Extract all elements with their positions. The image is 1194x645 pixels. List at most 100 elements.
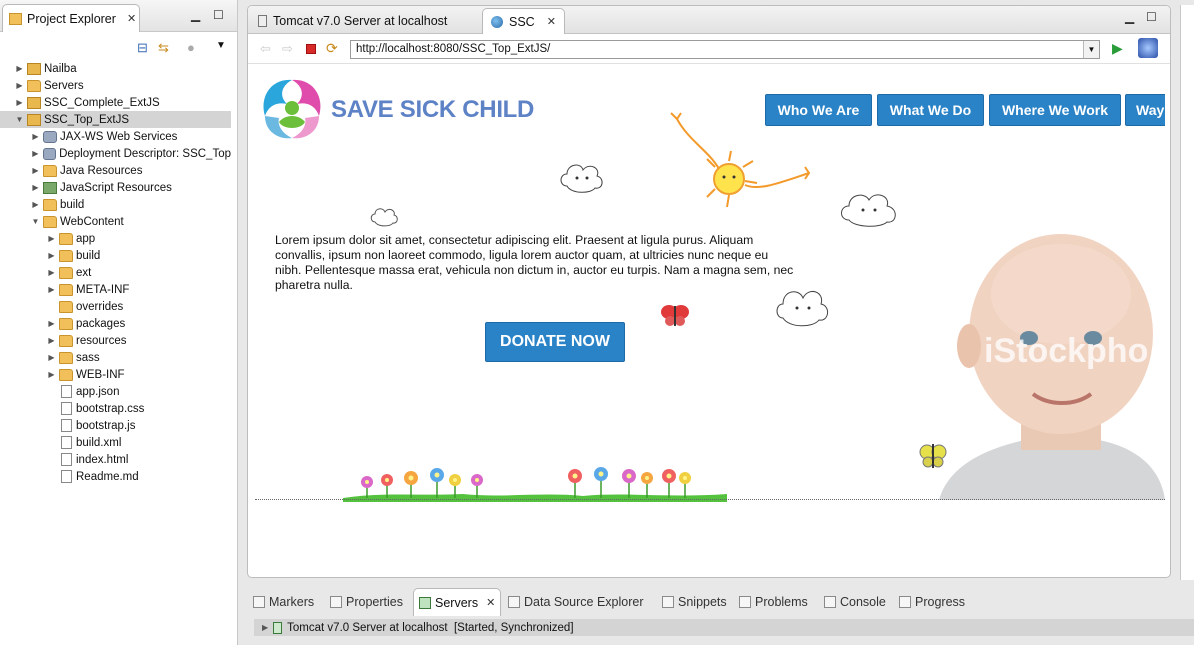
chevron-down-icon[interactable]: ▼ bbox=[1083, 41, 1099, 58]
minimize-icon[interactable]: ▁ bbox=[1125, 10, 1134, 24]
chevron-right-icon[interactable]: ▶ bbox=[46, 234, 57, 243]
tree-item[interactable]: ▶ JAX-WS Web Services bbox=[0, 128, 231, 145]
file-icon bbox=[61, 453, 72, 466]
tab-problems[interactable]: Problems bbox=[739, 588, 808, 616]
tree-item[interactable]: ▶ JavaScript Resources bbox=[0, 179, 231, 196]
tree-item-label: app bbox=[76, 232, 96, 245]
donate-button[interactable]: DONATE NOW bbox=[485, 322, 625, 362]
filter-icon[interactable]: ● bbox=[187, 40, 195, 55]
close-icon[interactable]: ✕ bbox=[486, 596, 495, 609]
close-icon[interactable]: ✕ bbox=[127, 12, 136, 25]
nav-what-we-do[interactable]: What We Do bbox=[877, 94, 984, 126]
folder-icon bbox=[59, 283, 73, 296]
tab-data-source-explorer[interactable]: Data Source Explorer bbox=[508, 588, 644, 616]
chevron-right-icon[interactable]: ▶ bbox=[30, 132, 41, 141]
refresh-icon[interactable]: ⟳ bbox=[326, 40, 338, 57]
tree-item[interactable]: ▶ Servers bbox=[0, 77, 231, 94]
expand-icon[interactable]: ▶ bbox=[262, 623, 268, 632]
tree-item[interactable]: build.xml bbox=[0, 434, 231, 451]
folder-icon bbox=[59, 266, 73, 279]
tree-item[interactable]: ▼ WebContent bbox=[0, 213, 231, 230]
tree-item[interactable]: ▶ Java Resources bbox=[0, 162, 231, 179]
chevron-right-icon[interactable]: ▶ bbox=[46, 251, 57, 260]
link-with-editor-icon[interactable]: ⇆ bbox=[158, 40, 169, 56]
maximize-icon[interactable]: ☐ bbox=[1146, 10, 1157, 24]
chevron-right-icon[interactable]: ▶ bbox=[30, 183, 41, 192]
tree-item[interactable]: ▶ packages bbox=[0, 315, 231, 332]
tree-item[interactable]: bootstrap.css bbox=[0, 400, 231, 417]
file-icon bbox=[61, 402, 72, 415]
tab-tomcat-server[interactable]: Tomcat v7.0 Server at localhost bbox=[250, 8, 455, 34]
tree-item-label: sass bbox=[76, 351, 100, 364]
chevron-down-icon[interactable]: ▼ bbox=[14, 115, 25, 124]
url-field[interactable]: http://localhost:8080/SSC_Top_ExtJS/ ▼ bbox=[350, 40, 1100, 59]
tree-item-label: build bbox=[60, 198, 85, 211]
tree-item[interactable]: ▶ Nailba bbox=[0, 60, 231, 77]
chevron-right-icon[interactable]: ▶ bbox=[30, 166, 41, 175]
tree-item-label: Servers bbox=[44, 79, 84, 92]
servers-icon bbox=[419, 596, 431, 609]
tree-item-label: resources bbox=[76, 334, 127, 347]
minimize-icon[interactable]: ▁ bbox=[191, 8, 200, 22]
tree-item[interactable]: ▶ sass bbox=[0, 349, 231, 366]
tree-item[interactable]: ▶ build bbox=[0, 247, 231, 264]
tab-console[interactable]: Console bbox=[824, 588, 886, 616]
tree-item[interactable]: app.json bbox=[0, 383, 231, 400]
tab-label: Progress bbox=[915, 595, 966, 609]
chevron-right-icon[interactable]: ▶ bbox=[14, 64, 25, 73]
maximize-icon[interactable]: ☐ bbox=[213, 8, 224, 22]
tree-item[interactable]: ▶ SSC_Complete_ExtJS bbox=[0, 94, 231, 111]
tree-item[interactable]: bootstrap.js bbox=[0, 417, 231, 434]
tab-progress[interactable]: Progress bbox=[899, 588, 965, 616]
eclipse-browser-icon[interactable] bbox=[1138, 38, 1158, 58]
tab-properties[interactable]: Properties bbox=[330, 588, 403, 616]
chevron-right-icon[interactable]: ▶ bbox=[14, 81, 25, 90]
stop-icon[interactable] bbox=[306, 44, 316, 54]
tree-item[interactable]: ▶ build bbox=[0, 196, 231, 213]
chevron-right-icon[interactable]: ▶ bbox=[14, 98, 25, 107]
chevron-right-icon[interactable]: ▶ bbox=[46, 319, 57, 328]
tree-item[interactable]: ▶ WEB-INF bbox=[0, 366, 231, 383]
tree-item[interactable]: ▼ SSC_Top_ExtJS bbox=[0, 111, 231, 128]
tree-item-label: JAX-WS Web Services bbox=[60, 130, 178, 143]
tab-markers[interactable]: Markers bbox=[253, 588, 314, 616]
tab-project-explorer[interactable]: Project Explorer ✕ bbox=[2, 4, 140, 32]
chevron-right-icon[interactable]: ▶ bbox=[46, 336, 57, 345]
collapse-all-icon[interactable]: ⊟ bbox=[137, 40, 148, 56]
server-entry[interactable]: ▶ Tomcat v7.0 Server at localhost [Start… bbox=[254, 619, 1194, 636]
chevron-right-icon[interactable]: ▶ bbox=[46, 285, 57, 294]
explorer-toolbar: ⊟ ⇆ ● ▼ bbox=[0, 32, 237, 60]
nav-ways[interactable]: Way bbox=[1125, 94, 1165, 126]
tree-item-label: META-INF bbox=[76, 283, 130, 296]
tree-item-label: WebContent bbox=[60, 215, 124, 228]
chevron-right-icon[interactable]: ▶ bbox=[46, 353, 57, 362]
console-icon bbox=[824, 596, 836, 608]
tree-item[interactable]: ▶ resources bbox=[0, 332, 231, 349]
tree-item[interactable]: ▶ ext bbox=[0, 264, 231, 281]
tree-item[interactable]: ▶ Deployment Descriptor: SSC_Top bbox=[0, 145, 231, 162]
view-menu-icon[interactable]: ▼ bbox=[216, 40, 226, 51]
chevron-right-icon[interactable]: ▶ bbox=[30, 149, 41, 158]
tree-item[interactable]: overrides bbox=[0, 298, 231, 315]
tab-ssc[interactable]: SSC ✕ bbox=[482, 8, 565, 34]
close-icon[interactable]: ✕ bbox=[547, 15, 556, 28]
tab-label: Markers bbox=[269, 595, 315, 609]
forward-icon[interactable]: ⇨ bbox=[282, 41, 293, 57]
tab-label: Properties bbox=[346, 595, 403, 609]
tree-item[interactable]: ▶ app bbox=[0, 230, 231, 247]
back-icon[interactable]: ⇦ bbox=[260, 41, 271, 57]
tree-item[interactable]: Readme.md bbox=[0, 468, 231, 485]
flowers-doodle bbox=[343, 467, 727, 502]
cloud-doodle bbox=[560, 164, 603, 193]
go-icon[interactable]: ▶ bbox=[1112, 40, 1123, 57]
chevron-right-icon[interactable]: ▶ bbox=[30, 200, 41, 209]
gear-icon bbox=[43, 130, 57, 143]
tree-item[interactable]: index.html bbox=[0, 451, 231, 468]
tree-item[interactable]: ▶ META-INF bbox=[0, 281, 231, 298]
tab-servers[interactable]: Servers ✕ bbox=[413, 588, 502, 616]
chevron-right-icon[interactable]: ▶ bbox=[46, 268, 57, 277]
chevron-down-icon[interactable]: ▼ bbox=[30, 217, 41, 226]
nav-where-we-work[interactable]: Where We Work bbox=[989, 94, 1121, 126]
tab-snippets[interactable]: Snippets bbox=[662, 588, 727, 616]
chevron-right-icon[interactable]: ▶ bbox=[46, 370, 57, 379]
